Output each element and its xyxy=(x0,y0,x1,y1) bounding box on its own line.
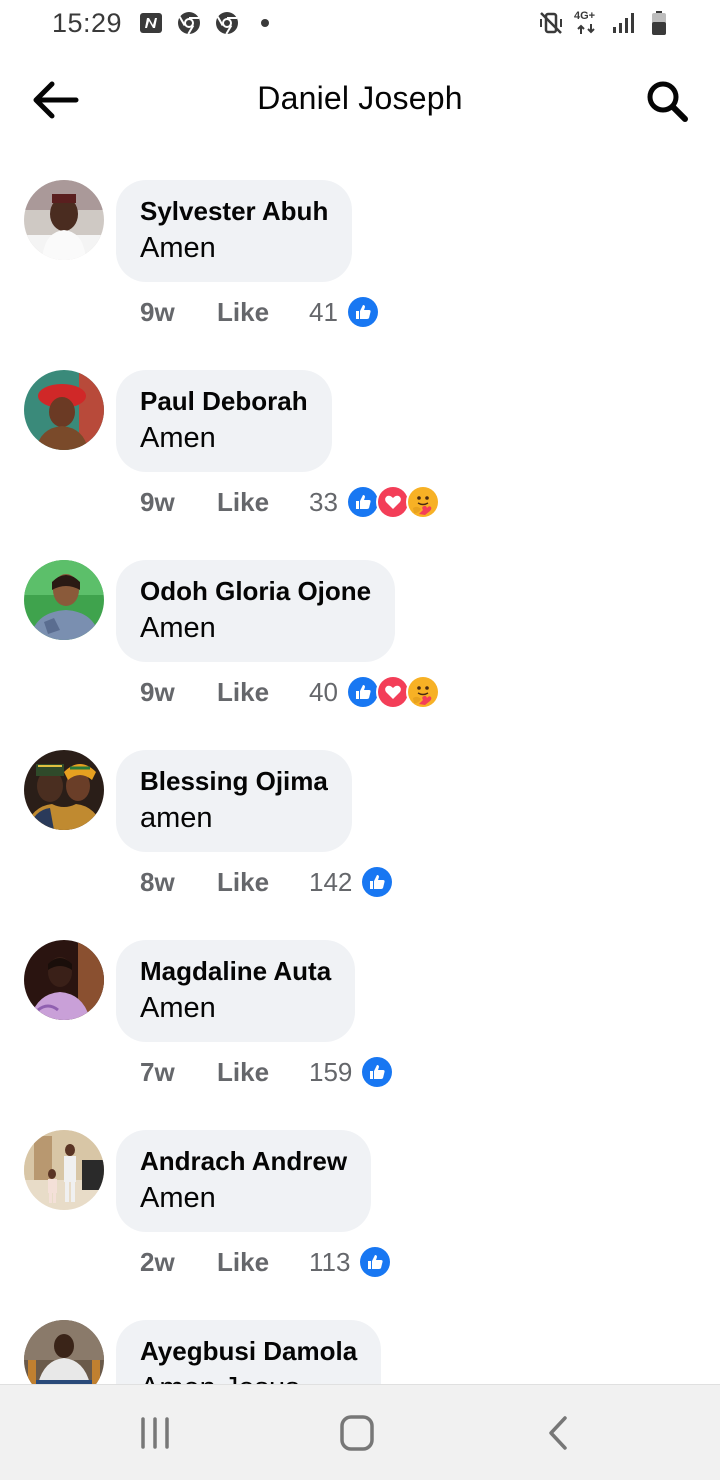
comment-meta: 9w Like 40 xyxy=(140,672,440,712)
reaction-count[interactable]: 159 xyxy=(309,1057,352,1088)
chrome-icon xyxy=(176,10,202,36)
like-reaction-icon xyxy=(345,675,380,709)
comment-meta: 9w Like 33 xyxy=(140,482,440,522)
comment-bubble: Blessing Ojima amen xyxy=(116,750,352,852)
comment-bubble: Paul Deborah Amen xyxy=(116,370,332,472)
comment-text: Amen xyxy=(140,422,216,454)
comment-bubble: Odoh Gloria Ojone Amen xyxy=(116,560,396,662)
comment-author[interactable]: Magdaline Auta xyxy=(140,954,331,988)
comment-bubble: Ayegbusi Damola Amen Jesus xyxy=(116,1320,382,1384)
comment-item: Andrach Andrew Amen 2w Like 113 xyxy=(0,1130,720,1320)
reactions[interactable] xyxy=(345,295,380,329)
like-button[interactable]: Like xyxy=(217,487,309,518)
back-chevron-icon xyxy=(549,1416,567,1450)
comment-time: 8w xyxy=(140,866,175,897)
comment-item: Odoh Gloria Ojone Amen 9w Like 40 xyxy=(0,560,720,750)
comment-meta: 9w Like 41 xyxy=(140,292,380,332)
4g-icon: 4G+ xyxy=(574,10,600,36)
reaction-count[interactable]: 142 xyxy=(309,867,352,898)
status-bar: 15:29 4G+ xyxy=(0,0,720,48)
reaction-count[interactable]: 40 xyxy=(309,677,338,708)
comment-bubble: Sylvester Abuh Amen xyxy=(116,180,353,282)
nav-back-button[interactable] xyxy=(537,1413,581,1453)
comment-time: 9w xyxy=(140,676,175,707)
status-left-icons xyxy=(138,10,278,36)
comment-text: Amen xyxy=(140,612,216,644)
avatar[interactable] xyxy=(24,370,104,450)
comment-bubble: Magdaline Auta Amen xyxy=(116,940,356,1042)
reactions[interactable] xyxy=(345,675,440,709)
like-reaction-icon xyxy=(345,485,380,519)
comment-item: Paul Deborah Amen 9w Like 33 xyxy=(0,370,720,560)
like-reaction-icon xyxy=(360,865,395,899)
header: Daniel Joseph xyxy=(0,60,720,140)
like-button[interactable]: Like xyxy=(217,1247,309,1278)
comment-time: 7w xyxy=(140,1056,175,1087)
comment-bubble: Andrach Andrew Amen xyxy=(116,1130,372,1232)
avatar[interactable] xyxy=(24,750,104,830)
comment-text: Amen xyxy=(140,1182,216,1214)
battery-icon xyxy=(646,10,672,36)
system-nav-bar xyxy=(0,1384,720,1480)
n-notification-icon xyxy=(138,10,164,36)
love-reaction-icon xyxy=(375,675,410,709)
like-reaction-icon xyxy=(360,1055,395,1089)
reactions[interactable] xyxy=(360,865,395,899)
comment-author[interactable]: Ayegbusi Damola xyxy=(140,1334,357,1368)
home-button[interactable] xyxy=(335,1413,379,1453)
love-reaction-icon xyxy=(375,485,410,519)
recent-apps-button[interactable] xyxy=(133,1413,177,1453)
like-reaction-icon xyxy=(358,1245,393,1279)
comment-time: 9w xyxy=(140,296,175,327)
search-button[interactable] xyxy=(644,78,690,124)
reactions[interactable] xyxy=(358,1245,393,1279)
reaction-count[interactable]: 33 xyxy=(309,487,338,518)
avatar[interactable] xyxy=(24,560,104,640)
comment-author[interactable]: Odoh Gloria Ojone xyxy=(140,574,371,608)
avatar[interactable] xyxy=(24,1320,104,1384)
like-button[interactable]: Like xyxy=(217,677,309,708)
reactions[interactable] xyxy=(345,485,440,519)
like-button[interactable]: Like xyxy=(217,297,309,328)
status-time: 15:29 xyxy=(52,8,123,38)
like-button[interactable]: Like xyxy=(217,1057,309,1088)
comment-text: Amen xyxy=(140,992,216,1024)
status-right-icons: 4G+ xyxy=(538,10,672,36)
comment-meta: 2w Like 113 xyxy=(140,1242,393,1282)
search-icon xyxy=(647,81,688,122)
comment-item: Blessing Ojima amen 8w Like 142 xyxy=(0,750,720,940)
like-button[interactable]: Like xyxy=(217,867,309,898)
comment-item: Sylvester Abuh Amen 9w Like 41 xyxy=(0,180,720,370)
comment-text: Amen Jesus xyxy=(140,1368,357,1384)
care-reaction-icon xyxy=(405,675,440,709)
avatar[interactable] xyxy=(24,940,104,1020)
home-icon xyxy=(340,1415,374,1451)
page-title: Daniel Joseph xyxy=(257,80,463,116)
recent-apps-icon xyxy=(141,1417,169,1449)
comment-meta: 8w Like 142 xyxy=(140,862,395,902)
comment-text: amen xyxy=(140,802,213,834)
reactions[interactable] xyxy=(360,1055,395,1089)
comment-list: Sylvester Abuh Amen 9w Like 41 Paul Debo… xyxy=(0,180,720,1384)
care-reaction-icon xyxy=(405,485,440,519)
comment-author[interactable]: Paul Deborah xyxy=(140,384,308,418)
like-reaction-icon xyxy=(345,295,380,329)
avatar[interactable] xyxy=(24,180,104,260)
reaction-count[interactable]: 41 xyxy=(309,297,338,328)
comment-meta: 7w Like 159 xyxy=(140,1052,395,1092)
comment-time: 9w xyxy=(140,486,175,517)
comment-item: Ayegbusi Damola Amen Jesus xyxy=(0,1320,720,1384)
comment-author[interactable]: Sylvester Abuh xyxy=(140,194,328,228)
vibrate-mute-icon xyxy=(538,10,564,36)
avatar[interactable] xyxy=(24,1130,104,1210)
chrome-icon xyxy=(214,10,240,36)
comment-author[interactable]: Blessing Ojima xyxy=(140,764,328,798)
comment-author[interactable]: Andrach Andrew xyxy=(140,1144,347,1178)
reaction-count[interactable]: 113 xyxy=(309,1247,350,1278)
comment-item: Magdaline Auta Amen 7w Like 159 xyxy=(0,940,720,1130)
comment-text: Amen xyxy=(140,232,216,264)
comment-time: 2w xyxy=(140,1246,175,1277)
dot-icon xyxy=(252,10,278,36)
signal-icon xyxy=(610,10,636,36)
